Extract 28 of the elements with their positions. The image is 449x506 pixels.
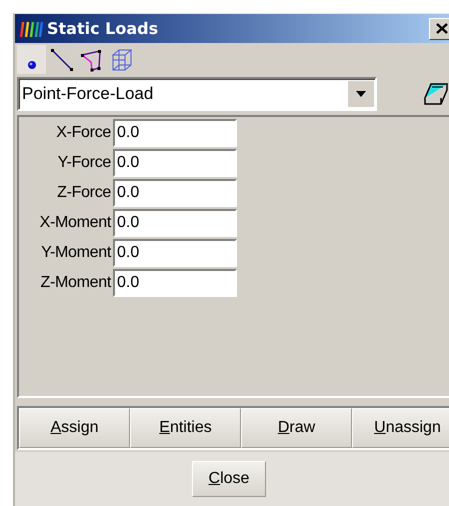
input-field[interactable]: 0.0 — [113, 149, 237, 177]
close-icon — [436, 23, 448, 34]
point-tool-button[interactable] — [17, 45, 46, 74]
input-field[interactable]: 0.0 — [113, 209, 237, 237]
draw-button[interactable]: Draw — [241, 408, 352, 448]
field-label: Z-Force — [56, 184, 111, 202]
input-field[interactable]: 0.0 — [113, 239, 237, 267]
input-field[interactable]: 0.0 — [113, 269, 237, 297]
close-button[interactable] — [429, 18, 449, 40]
input-field[interactable]: 0.0 — [113, 179, 237, 207]
close-button[interactable]: Close — [192, 461, 266, 497]
field-label: Y-Moment — [40, 244, 111, 262]
entities-button[interactable]: Entities — [130, 408, 241, 448]
assign-button[interactable]: Assign — [19, 408, 130, 448]
input-field[interactable]: 0.0 — [113, 119, 237, 147]
caret-icon — [356, 91, 366, 97]
cube-icon — [110, 48, 134, 72]
field-label: Z-Moment — [40, 274, 111, 292]
load-type-dropdown[interactable]: Point-Force-Load — [17, 77, 377, 111]
field-label: Y-Force — [56, 154, 111, 172]
line-icon — [50, 48, 74, 72]
surface-icon — [80, 48, 104, 72]
field-label: X-Moment — [38, 214, 111, 232]
field-label: X-Force — [55, 124, 111, 142]
point-icon — [26, 60, 36, 70]
window-title: Static Loads — [47, 19, 158, 38]
eraser-icon[interactable] — [423, 82, 449, 106]
unassign-button[interactable]: Unassign — [352, 408, 449, 448]
